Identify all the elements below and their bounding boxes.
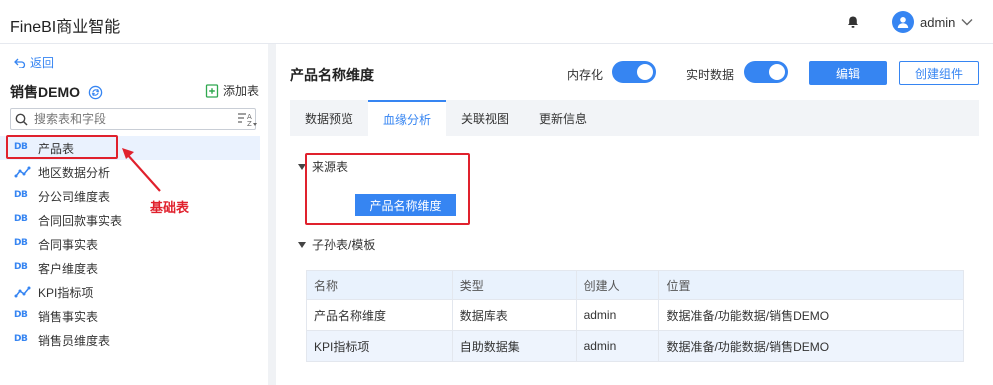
table-item-label: 合同回款事实表: [38, 213, 123, 228]
db-icon: DB: [14, 238, 28, 248]
lineage-table: 名称 类型 创建人 位置 产品名称维度 数据库表 admin 数据准备/功能数据…: [306, 270, 964, 362]
table-cell: 数据准备/功能数据/销售DEMO: [658, 330, 964, 362]
table-item-label: 分公司维度表: [38, 189, 111, 204]
toggle-knob: [637, 64, 653, 80]
sync-icon[interactable]: [88, 85, 103, 100]
sort-icon[interactable]: A Z: [236, 111, 258, 129]
table-cell: 数据准备/功能数据/销售DEMO: [658, 299, 964, 331]
avatar: [892, 11, 914, 33]
column-header: 位置: [658, 270, 964, 300]
table-row[interactable]: 产品名称维度 数据库表 admin 数据准备/功能数据/销售DEMO: [306, 299, 964, 331]
tab-bar: 数据预览 血缘分析 关联视图 更新信息: [290, 100, 602, 136]
table-cell: admin: [575, 330, 660, 362]
tab-data-preview[interactable]: 数据预览: [290, 100, 368, 136]
search-icon: [15, 113, 28, 126]
table-cell: admin: [575, 299, 660, 331]
memory-toggle[interactable]: [612, 61, 656, 83]
column-header: 名称: [306, 270, 453, 300]
table-item[interactable]: DB 销售员维度表: [0, 328, 268, 352]
add-table-button[interactable]: 添加表: [205, 82, 259, 99]
table-item[interactable]: DB 合同事实表: [0, 232, 268, 256]
back-link[interactable]: 返回: [14, 54, 54, 71]
user-menu[interactable]: admin: [892, 11, 973, 33]
tab-lineage[interactable]: 血缘分析: [368, 100, 447, 136]
user-name: admin: [920, 14, 956, 30]
annotation-label: 基础表: [150, 200, 190, 215]
content-area: 数据预览 血缘分析 关联视图 更新信息 来源表 产品名称维度 子孙表/模板 名称…: [290, 100, 979, 385]
realtime-toggle[interactable]: [744, 61, 788, 83]
table-item[interactable]: KPI指标项: [0, 280, 268, 304]
highlight-box-source: [305, 153, 470, 225]
toggle-knob: [769, 64, 785, 80]
edit-button[interactable]: 编辑: [809, 61, 887, 85]
table-item-label: 销售员维度表: [38, 333, 111, 348]
search-input[interactable]: [34, 112, 234, 126]
table-item[interactable]: DB 销售事实表: [0, 304, 268, 328]
caret-down-icon: [298, 241, 306, 248]
table-cell: 产品名称维度: [306, 299, 453, 331]
db-icon: DB: [14, 190, 28, 200]
self-dataset-icon: [14, 286, 31, 298]
child-section-label: 子孙表/模板: [312, 238, 376, 252]
child-section-header[interactable]: 子孙表/模板: [298, 236, 375, 253]
tab-related-view[interactable]: 关联视图: [446, 100, 524, 136]
return-icon: [14, 58, 26, 68]
back-label: 返回: [30, 56, 55, 70]
chevron-down-icon: [961, 19, 973, 26]
column-header: 类型: [451, 270, 577, 300]
highlight-box-table: [6, 135, 118, 159]
self-dataset-icon: [14, 166, 31, 178]
top-bar: FineBI商业智能 admin: [0, 0, 993, 44]
table-item-label: 客户维度表: [38, 261, 99, 276]
db-icon: DB: [14, 262, 28, 272]
table-header-row: 名称 类型 创建人 位置: [306, 270, 964, 300]
page-title: 产品名称维度: [290, 67, 374, 83]
sidebar: 返回 销售DEMO 添加表 A Z DB 产品表: [0, 44, 268, 385]
search-box: [10, 108, 256, 130]
svg-text:Z: Z: [247, 120, 252, 128]
table-item-label: KPI指标项: [38, 285, 94, 300]
table-cell: 自助数据集: [451, 330, 577, 362]
realtime-label: 实时数据: [686, 68, 735, 82]
add-file-icon: [205, 83, 219, 98]
table-item-label: 地区数据分析: [38, 165, 111, 180]
table-item[interactable]: DB 合同回款事实表: [0, 208, 268, 232]
table-item-label: 销售事实表: [38, 309, 99, 324]
table-item-label: 合同事实表: [38, 237, 99, 252]
table-row[interactable]: KPI指标项 自助数据集 admin 数据准备/功能数据/销售DEMO: [306, 330, 964, 362]
db-icon: DB: [14, 334, 28, 344]
package-name: 销售DEMO: [10, 84, 80, 100]
column-header: 创建人: [575, 270, 660, 300]
db-icon: DB: [14, 214, 28, 224]
tab-update-info[interactable]: 更新信息: [524, 100, 602, 136]
package-title: 销售DEMO: [10, 82, 103, 102]
db-icon: DB: [14, 310, 28, 320]
table-item[interactable]: DB 客户维度表: [0, 256, 268, 280]
add-table-label: 添加表: [223, 84, 260, 98]
create-component-button[interactable]: 创建组件: [899, 61, 979, 85]
table-cell: KPI指标项: [306, 330, 453, 362]
user-icon: [897, 17, 909, 28]
app-title: FineBI商业智能: [10, 19, 121, 36]
table-cell: 数据库表: [451, 299, 577, 331]
memory-label: 内存化: [567, 68, 604, 82]
bell-icon[interactable]: [846, 15, 860, 29]
arrow-icon: [122, 148, 161, 192]
